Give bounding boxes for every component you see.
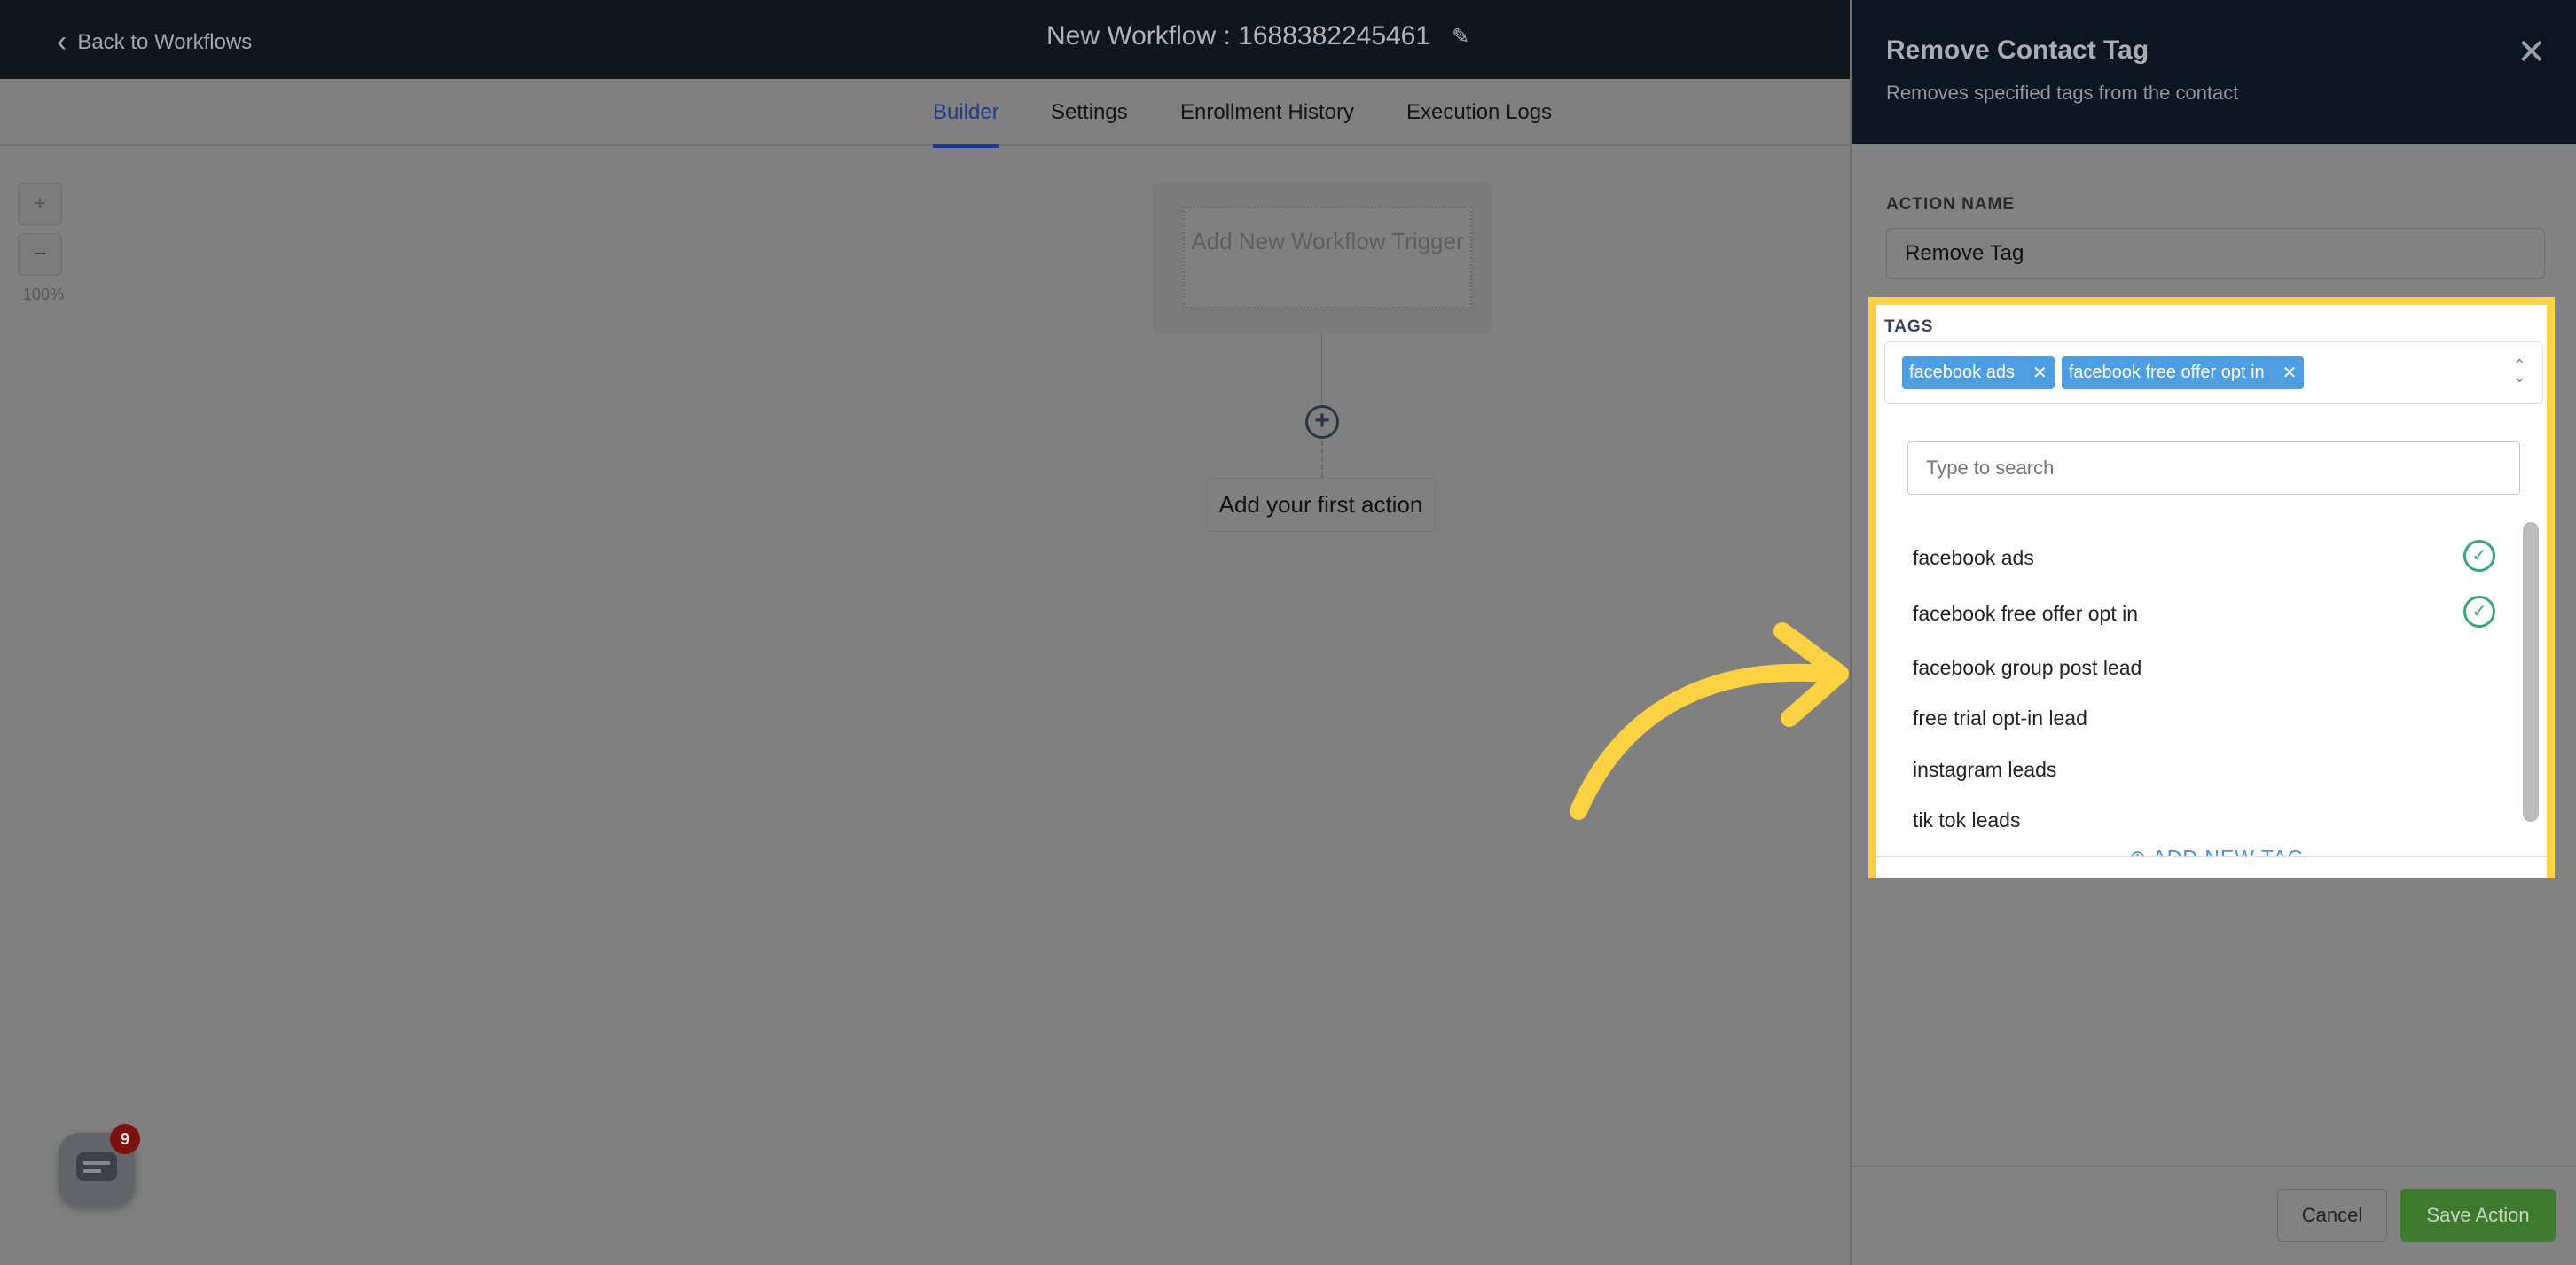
back-to-workflows-link[interactable]: ‹ Back to Workflows — [57, 25, 252, 59]
tag-chip-label: facebook ads — [1909, 363, 2015, 382]
tag-option[interactable]: free trial opt-in lead — [1913, 707, 2087, 730]
zoom-in-button[interactable]: + — [18, 183, 62, 225]
chevron-up-down-icon[interactable]: ⌃ ⌄ — [2513, 357, 2526, 385]
tags-select[interactable]: facebook ads ✕ facebook free offer opt in… — [1884, 341, 2543, 404]
connector-line — [1321, 333, 1322, 404]
dropdown-scrollbar[interactable] — [2523, 522, 2539, 822]
connector-dashed-line — [1321, 441, 1323, 478]
panel-subtitle: Removes specified tags from the contact — [1886, 82, 2239, 104]
footer-divider — [1852, 1166, 2576, 1167]
top-bar: ‹ Back to Workflows New Workflow : 16883… — [0, 0, 1850, 79]
cancel-button[interactable]: Cancel — [2277, 1189, 2387, 1242]
dropdown-bottom — [1876, 856, 2547, 878]
zoom-level: 100% — [23, 285, 65, 303]
panel-title: Remove Contact Tag — [1886, 35, 2149, 65]
tag-chip-label: facebook free offer opt in — [2068, 363, 2265, 382]
tab-settings[interactable]: Settings — [1051, 100, 1128, 125]
tab-builder[interactable]: Builder — [933, 100, 999, 148]
workflow-title: New Workflow : 1688382245461 ✎ — [1046, 21, 1469, 51]
add-first-action-button[interactable]: Add your first action — [1206, 478, 1436, 532]
tag-search-input[interactable] — [1907, 441, 2520, 495]
trigger-node[interactable]: Add New Workflow Trigger — [1153, 183, 1492, 333]
tab-enrollment-history[interactable]: Enrollment History — [1180, 100, 1354, 125]
arrow-annotation-icon — [1570, 622, 1849, 820]
action-name-input[interactable]: Remove Tag — [1886, 228, 2545, 279]
close-icon[interactable]: ✕ — [2517, 32, 2547, 73]
chevron-left-icon: ‹ — [57, 25, 67, 59]
back-label: Back to Workflows — [77, 29, 253, 54]
add-trigger-label: Add New Workflow Trigger — [1183, 207, 1472, 308]
remove-tag-icon[interactable]: ✕ — [2282, 362, 2298, 384]
tab-bar: Builder Settings Enrollment History Exec… — [0, 79, 1850, 148]
tag-option[interactable]: instagram leads — [1913, 758, 2056, 782]
tag-chip[interactable]: facebook free offer opt in ✕ — [2061, 356, 2305, 389]
add-action-plus-icon[interactable]: + — [1305, 405, 1339, 439]
zoom-out-button[interactable]: − — [18, 233, 62, 276]
tag-option[interactable]: facebook ads — [1913, 546, 2034, 570]
save-action-button[interactable]: Save Action — [2400, 1189, 2556, 1242]
action-name-label: ACTION NAME — [1886, 195, 2016, 214]
tag-option[interactable]: tik tok leads — [1913, 808, 2020, 832]
tag-option[interactable]: facebook group post lead — [1913, 656, 2141, 680]
check-circle-icon: ✓ — [2463, 540, 2495, 572]
workflow-title-text: New Workflow : 1688382245461 — [1046, 21, 1431, 51]
tags-highlight: TAGS facebook ads ✕ facebook free offer o… — [1868, 297, 2555, 878]
tags-label: TAGS — [1884, 317, 1934, 336]
tag-chip[interactable]: facebook ads ✕ — [1902, 356, 2055, 389]
panel-header: Remove Contact Tag Removes specified tag… — [1852, 0, 2576, 144]
remove-tag-icon[interactable]: ✕ — [2032, 362, 2047, 384]
check-circle-icon: ✓ — [2463, 596, 2495, 628]
chat-badge: 9 — [110, 1124, 140, 1154]
pencil-icon[interactable]: ✎ — [1452, 24, 1469, 50]
tab-execution-logs[interactable]: Execution Logs — [1406, 100, 1552, 125]
tag-option[interactable]: facebook free offer opt in — [1913, 602, 2138, 626]
